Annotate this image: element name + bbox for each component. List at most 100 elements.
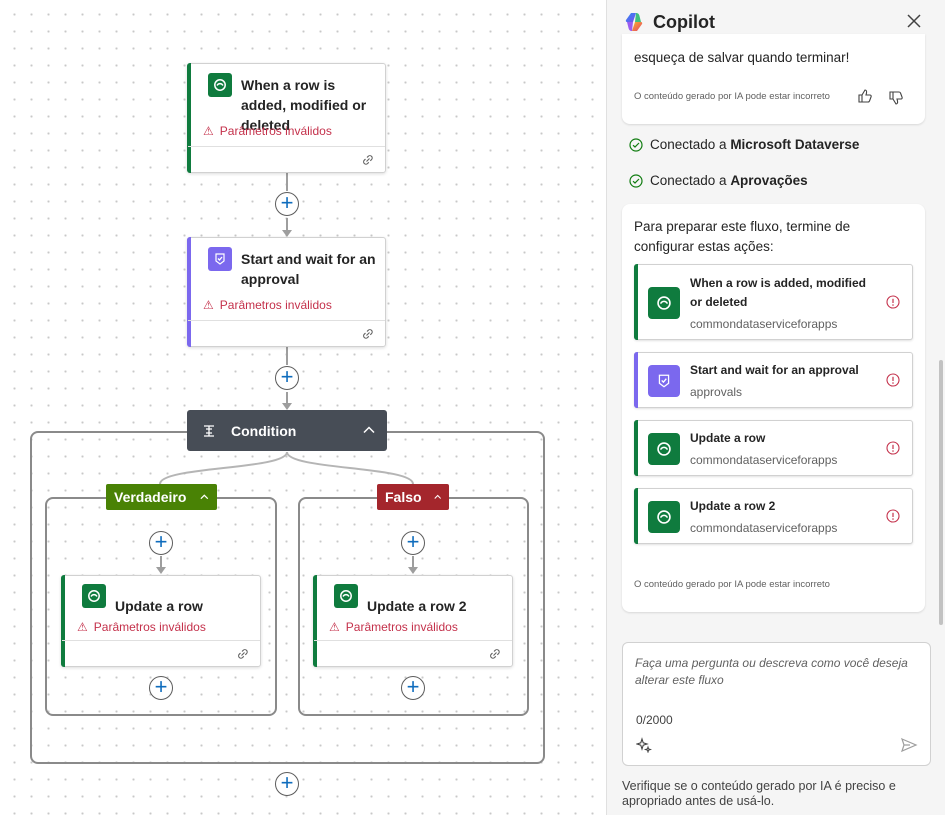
chevron-up-icon[interactable]: [433, 492, 441, 502]
error-text: Parâmetros inválidos: [93, 620, 206, 634]
connector-arrow: [156, 567, 166, 574]
card-title: Start and wait for an approval: [241, 251, 376, 287]
connector-arrow: [282, 230, 292, 237]
add-step-button[interactable]: +: [275, 772, 299, 796]
setup-action-item[interactable]: Start and wait for an approval approvals: [634, 352, 913, 408]
warning-icon: ⚠: [203, 298, 214, 312]
update-row-card[interactable]: Update a row ⚠ Parâmetros inválidos: [61, 575, 261, 667]
chevron-up-icon[interactable]: [200, 492, 209, 502]
action-connector: commondataserviceforapps: [690, 521, 838, 535]
dataverse-icon: [648, 287, 680, 319]
chat-input-box: 0/2000: [622, 642, 931, 766]
card-accent: [634, 420, 638, 476]
copilot-title: Copilot: [653, 11, 715, 32]
condition-icon: [204, 424, 214, 437]
dataverse-icon: [82, 584, 106, 608]
error-message: ⚠ Parâmetros inválidos: [77, 620, 206, 634]
thumbs-up-icon[interactable]: [857, 88, 873, 104]
dataverse-icon: [648, 433, 680, 465]
error-text: Parâmetros inválidos: [219, 124, 332, 138]
card-footer: [314, 640, 512, 666]
approvals-icon: [648, 365, 680, 397]
approvals-icon: [208, 247, 232, 271]
setup-action-item[interactable]: When a row is added, modified or deleted…: [634, 264, 913, 340]
condition-title: Condition: [231, 422, 297, 439]
flow-canvas[interactable]: + + When a row is added, modified or del…: [0, 0, 606, 815]
branch-label-text: Falso: [385, 489, 422, 505]
card-footer: [188, 146, 385, 172]
scrollbar[interactable]: [939, 360, 943, 625]
error-circle-icon: [886, 441, 900, 455]
dataverse-icon: [208, 73, 232, 97]
card-accent: [634, 352, 638, 408]
connector-line: [286, 347, 288, 365]
error-circle-icon: [886, 373, 900, 387]
send-icon[interactable]: [900, 736, 918, 754]
thumbs-down-icon[interactable]: [888, 90, 904, 106]
connector-arrow: [408, 567, 418, 574]
chevron-up-icon[interactable]: [362, 423, 376, 437]
previous-message-bubble: esqueça de salvar quando terminar! O con…: [622, 34, 925, 124]
ai-disclaimer: O conteúdo gerado por IA pode estar inco…: [634, 579, 830, 590]
setup-message-text: Para preparar este fluxo, termine de con…: [634, 219, 851, 254]
connection-prefix: Conectado a: [650, 173, 731, 188]
dataverse-icon: [648, 501, 680, 533]
add-step-button[interactable]: +: [275, 366, 299, 390]
dataverse-icon: [334, 584, 358, 608]
close-icon[interactable]: [905, 12, 923, 30]
action-title: Update a row: [690, 431, 766, 445]
action-connector: commondataserviceforapps: [690, 453, 838, 467]
action-connector: approvals: [690, 385, 743, 399]
link-icon[interactable]: [361, 327, 375, 341]
error-message: ⚠ Parâmetros inválidos: [203, 124, 332, 138]
condition-header[interactable]: Condition: [187, 410, 387, 451]
copilot-logo-icon: [625, 13, 643, 31]
error-message: ⚠ Parâmetros inválidos: [329, 620, 458, 634]
branch-label-text: Verdadeiro: [114, 489, 187, 505]
action-title: When a row is added, modified or deleted: [690, 276, 867, 309]
card-accent: [634, 264, 638, 340]
connection-name: Microsoft Dataverse: [730, 137, 860, 152]
connection-prefix: Conectado a: [650, 137, 731, 152]
error-circle-icon: [886, 509, 900, 523]
warning-icon: ⚠: [329, 620, 340, 634]
setup-action-item[interactable]: Update a row commondataserviceforapps: [634, 420, 913, 476]
add-step-button[interactable]: +: [149, 531, 173, 555]
link-icon[interactable]: [361, 153, 375, 167]
card-title: Update a row: [115, 598, 203, 614]
connection-status: Conectado a Microsoft Dataverse: [629, 137, 859, 152]
ai-verification-note: Verifique se o conteúdo gerado por IA é …: [622, 779, 896, 808]
card-accent: [634, 488, 638, 544]
false-branch-label[interactable]: Falso: [377, 484, 449, 510]
link-icon[interactable]: [236, 647, 250, 661]
trigger-card[interactable]: When a row is added, modified or deleted…: [187, 63, 386, 173]
warning-icon: ⚠: [77, 620, 88, 634]
connector-line: [286, 173, 288, 191]
connection-status: Conectado a Aprovações: [629, 173, 808, 188]
add-step-button[interactable]: +: [401, 676, 425, 700]
copilot-pane: Copilot esqueça de salvar quando termina…: [606, 0, 945, 815]
chat-input[interactable]: [635, 655, 920, 699]
add-step-button[interactable]: +: [401, 531, 425, 555]
connection-name: Aprovações: [730, 173, 808, 188]
sparkle-icon[interactable]: [636, 737, 652, 753]
card-title: Update a row 2: [367, 598, 467, 614]
link-icon[interactable]: [488, 647, 502, 661]
error-message: ⚠ Parâmetros inválidos: [203, 298, 332, 312]
error-circle-icon: [886, 295, 900, 309]
connector-arrow: [282, 403, 292, 410]
card-footer: [62, 640, 260, 666]
warning-icon: ⚠: [203, 124, 214, 138]
true-branch-label[interactable]: Verdadeiro: [106, 484, 217, 510]
character-counter: 0/2000: [636, 713, 673, 727]
checkmark-circle-icon: [629, 137, 643, 152]
setup-message-bubble: Para preparar este fluxo, termine de con…: [622, 204, 925, 612]
approval-card[interactable]: Start and wait for an approval ⚠ Parâmet…: [187, 237, 386, 347]
action-title: Update a row 2: [690, 499, 776, 513]
add-step-button[interactable]: +: [149, 676, 173, 700]
update-row-2-card[interactable]: Update a row 2 ⚠ Parâmetros inválidos: [313, 575, 513, 667]
setup-action-item[interactable]: Update a row 2 commondataserviceforapps: [634, 488, 913, 544]
ai-disclaimer: O conteúdo gerado por IA pode estar inco…: [634, 91, 830, 102]
error-text: Parâmetros inválidos: [345, 620, 458, 634]
add-step-button[interactable]: +: [275, 192, 299, 216]
